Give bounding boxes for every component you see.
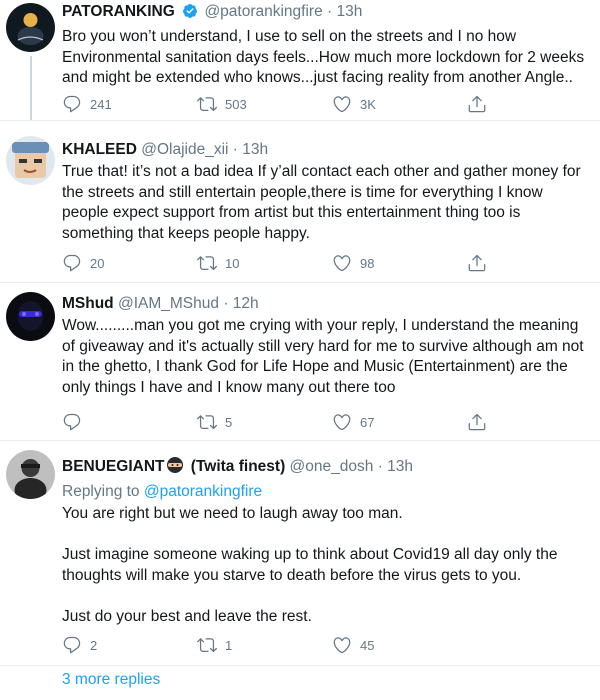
retweet-count: 1 (225, 637, 233, 653)
reply-button[interactable] (62, 412, 197, 432)
reply-count: 2 (90, 637, 98, 653)
author-handle[interactable]: @Olajide_xii (141, 141, 228, 158)
share-icon (468, 95, 486, 113)
verified-badge-icon (182, 3, 198, 25)
tweet-text: Bro you won’t understand, I use to sell … (62, 28, 589, 86)
author-name[interactable]: PATORANKING (62, 3, 175, 20)
retweet-count: 10 (225, 255, 240, 271)
timestamp[interactable]: 13h (242, 141, 268, 158)
author-name[interactable]: BENUEGIANT (62, 458, 164, 475)
like-icon (333, 637, 351, 654)
like-count: 45 (360, 637, 375, 653)
replying-to: Replying to @patorankingfire (62, 483, 263, 500)
reply-icon (63, 95, 81, 113)
retweet-button[interactable]: 1 (197, 635, 332, 655)
avatar[interactable] (6, 450, 55, 499)
author-name[interactable]: KHALEED (62, 141, 137, 158)
like-button[interactable]: 67 (332, 412, 467, 432)
timestamp[interactable]: 13h (387, 458, 413, 475)
reply-count: 241 (90, 96, 112, 112)
share-button[interactable] (467, 253, 487, 273)
like-count: 3K (360, 96, 376, 112)
reply-button[interactable]: 241 (62, 94, 197, 114)
retweet-count: 5 (225, 414, 233, 430)
like-icon (333, 255, 351, 272)
retweet-icon (197, 638, 217, 653)
timestamp[interactable]: 12h (233, 295, 259, 312)
author-handle[interactable]: @one_dosh (290, 458, 374, 475)
like-count: 98 (360, 255, 375, 271)
retweet-icon (197, 97, 217, 112)
retweet-button[interactable]: 5 (197, 412, 332, 432)
author-handle[interactable]: @patorankingfire (204, 3, 322, 20)
like-icon (333, 96, 351, 113)
retweet-button[interactable]: 10 (197, 253, 332, 273)
avatar[interactable] (6, 3, 55, 52)
tweet-patoranking[interactable]: PATORANKING @patorankingfire · 13h Bro y… (0, 0, 600, 121)
avatar[interactable] (6, 292, 55, 341)
reply-icon (63, 413, 81, 431)
tweet-header: PATORANKING @patorankingfire · 13h (62, 2, 590, 25)
reply-count: 20 (90, 255, 105, 271)
tweet-khaleed[interactable]: KHALEED @Olajide_xii · 13h True that! it… (0, 134, 600, 283)
like-count: 67 (360, 414, 375, 430)
reply-icon (63, 636, 81, 654)
tweet-benuegiant[interactable]: BENUEGIANT (Twita finest) @one_dosh · 13… (0, 440, 600, 670)
retweet-button[interactable]: 503 (197, 94, 332, 114)
avatar[interactable] (6, 136, 55, 185)
retweet-count: 503 (225, 96, 247, 112)
reply-icon (63, 254, 81, 272)
retweet-icon (197, 415, 217, 430)
more-replies-link[interactable]: 3 more replies (62, 671, 160, 689)
ninja-emoji-icon (166, 456, 184, 480)
retweet-icon (197, 256, 217, 271)
tweet-text: True that! it’s not a bad idea If y’all … (62, 163, 586, 242)
share-icon (468, 413, 486, 431)
tweet-text: Wow.........man you got me crying with y… (62, 317, 588, 396)
share-icon (468, 254, 486, 272)
share-button[interactable] (467, 412, 487, 432)
timestamp[interactable]: 13h (337, 3, 363, 20)
replying-to-handle[interactable]: @patorankingfire (144, 483, 262, 500)
author-name[interactable]: MShud (62, 295, 114, 312)
reply-button[interactable]: 20 (62, 253, 197, 273)
like-button[interactable]: 3K (332, 94, 467, 114)
like-button[interactable]: 98 (332, 253, 467, 273)
author-name-suffix[interactable]: (Twita finest) (191, 458, 285, 475)
reply-button[interactable]: 2 (62, 635, 197, 655)
author-handle[interactable]: @IAM_MShud (118, 295, 219, 312)
tweet-mshud[interactable]: MShud @IAM_MShud · 12h Wow.........man y… (0, 282, 600, 441)
like-button[interactable]: 45 (332, 635, 467, 655)
tweet-text: You are right but we need to laugh away … (62, 505, 558, 625)
like-icon (333, 414, 351, 431)
share-button[interactable] (467, 94, 487, 114)
